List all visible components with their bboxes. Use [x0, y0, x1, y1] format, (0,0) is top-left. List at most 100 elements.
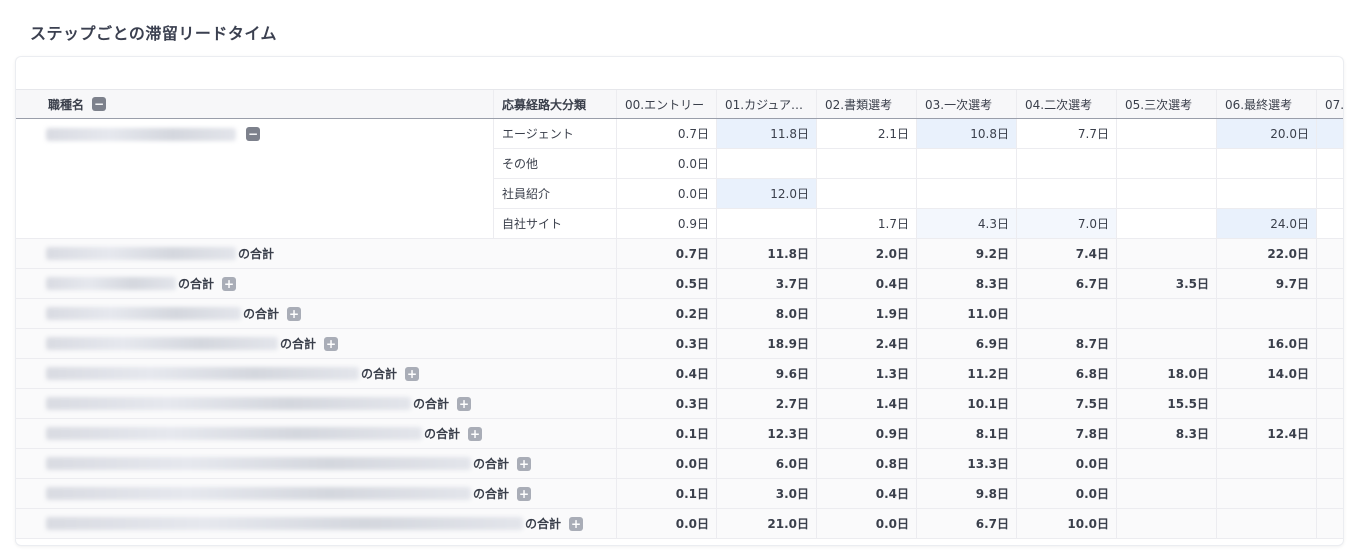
total-value-cell: [1316, 329, 1343, 358]
total-value-cell: 2.7日: [716, 389, 816, 418]
header-step-1[interactable]: 01.カジュア…: [716, 90, 816, 118]
expand-group-icon[interactable]: +: [222, 276, 237, 291]
total-value-cell: 6.7日: [916, 509, 1016, 538]
total-value-cell: [1316, 299, 1343, 328]
expand-group-icon[interactable]: +: [405, 366, 420, 381]
total-value-cell: [1216, 449, 1316, 478]
value-cell: 0.0日: [616, 149, 716, 178]
total-row: の合計 +0.3日 2.7日 1.4日 10.1日 7.5日 15.5日: [16, 389, 1343, 419]
total-value-cell: [1316, 449, 1343, 478]
value-cell: 11.8日: [716, 119, 816, 148]
total-suffix: の合計: [413, 397, 450, 411]
total-value-cell: 1.9日: [816, 299, 916, 328]
expand-group-icon[interactable]: +: [517, 486, 532, 501]
total-value-cell: [1116, 239, 1216, 268]
header-step-0[interactable]: 00.エントリー: [616, 90, 716, 118]
total-value-cell: 0.0日: [1016, 449, 1116, 478]
value-cell: [1316, 179, 1343, 208]
value-cell: [916, 149, 1016, 178]
expand-group-icon[interactable]: +: [324, 336, 339, 351]
total-value-cell: [1316, 239, 1343, 268]
value-cell: 4.3日: [916, 209, 1016, 238]
value-cell: 24.0日: [1216, 209, 1316, 238]
total-row: の合計 +0.1日 3.0日 0.4日 9.8日 0.0日: [16, 479, 1343, 509]
group-job-label: −: [46, 127, 260, 141]
value-cell: [1316, 119, 1343, 148]
total-label: の合計 +: [16, 269, 616, 298]
total-value-cell: 12.4日: [1216, 419, 1316, 448]
expand-group-icon[interactable]: +: [569, 516, 584, 531]
page-title: ステップごとの滞留リードタイム: [30, 24, 278, 43]
header-job-name: 職種名 −: [16, 90, 493, 118]
redacted-job-name: [46, 337, 278, 350]
value-cell: [816, 179, 916, 208]
total-value-cell: [1116, 329, 1216, 358]
collapse-all-icon[interactable]: −: [92, 97, 107, 111]
total-value-cell: 0.9日: [816, 419, 916, 448]
value-cell: [1116, 149, 1216, 178]
pivot-table-card: 職種名 − 応募経路大分類 00.エントリー 01.カジュア… 02.書類選考 03.一次選…: [15, 56, 1344, 546]
total-value-cell: 3.0日: [716, 479, 816, 508]
total-value-cell: 0.2日: [616, 299, 716, 328]
total-value-cell: 14.0日: [1216, 359, 1316, 388]
total-value-cell: [1316, 389, 1343, 418]
value-cell: 2.1日: [816, 119, 916, 148]
total-value-cell: 3.5日: [1116, 269, 1216, 298]
redacted-job-name: [46, 247, 236, 260]
total-value-cell: [1216, 509, 1316, 538]
value-cell: [1316, 209, 1343, 238]
total-value-cell: 0.0日: [616, 509, 716, 538]
header-step-6[interactable]: 06.最終選考: [1216, 90, 1316, 118]
total-row: の合計 +0.0日 6.0日 0.8日 13.3日 0.0日: [16, 449, 1343, 479]
total-value-cell: 9.2日: [916, 239, 1016, 268]
redacted-job-name: [46, 517, 523, 530]
collapse-group-icon[interactable]: −: [246, 127, 260, 141]
value-cell: [716, 149, 816, 178]
total-label: の合計 +: [16, 419, 616, 448]
group-job-cell: −: [16, 120, 493, 239]
expand-group-icon[interactable]: +: [457, 396, 472, 411]
total-value-cell: 0.4日: [816, 479, 916, 508]
route-cell: その他: [493, 149, 616, 178]
header-step-7[interactable]: 07.内: [1316, 90, 1343, 118]
header-step-5[interactable]: 05.三次選考: [1116, 90, 1216, 118]
total-value-cell: 8.3日: [1116, 419, 1216, 448]
value-cell: 7.0日: [1016, 209, 1116, 238]
value-cell: [1016, 149, 1116, 178]
total-value-cell: 18.9日: [716, 329, 816, 358]
header-step-2[interactable]: 02.書類選考: [816, 90, 916, 118]
total-value-cell: 11.2日: [916, 359, 1016, 388]
total-value-cell: [1316, 419, 1343, 448]
total-label: の合計 +: [16, 389, 616, 418]
total-label: の合計: [16, 239, 616, 268]
expand-group-icon[interactable]: +: [517, 456, 532, 471]
total-value-cell: [1316, 359, 1343, 388]
total-row: の合計 +0.1日 12.3日 0.9日 8.1日 7.8日 8.3日 12.4日: [16, 419, 1343, 449]
route-cell: 社員紹介: [493, 179, 616, 208]
total-value-cell: 0.0日: [1016, 479, 1116, 508]
redacted-job-name: [46, 487, 471, 500]
total-value-cell: 13.3日: [916, 449, 1016, 478]
total-value-cell: [1116, 509, 1216, 538]
redacted-job-name: [46, 397, 411, 410]
total-suffix: の合計: [361, 367, 398, 381]
total-label: の合計 +: [16, 359, 616, 388]
value-cell: 20.0日: [1216, 119, 1316, 148]
total-value-cell: [1216, 389, 1316, 418]
value-cell: 7.7日: [1016, 119, 1116, 148]
total-value-cell: 0.7日: [616, 239, 716, 268]
expand-group-icon[interactable]: +: [468, 426, 483, 441]
value-cell: [1116, 179, 1216, 208]
total-row: の合計 +0.0日 21.0日 0.0日 6.7日 10.0日: [16, 509, 1343, 539]
header-step-4[interactable]: 04.二次選考: [1016, 90, 1116, 118]
header-step-3[interactable]: 03.一次選考: [916, 90, 1016, 118]
expand-group-icon[interactable]: +: [287, 306, 302, 321]
total-value-cell: [1116, 479, 1216, 508]
total-value-cell: 12.3日: [716, 419, 816, 448]
redacted-job-name: [46, 307, 241, 320]
total-value-cell: 9.6日: [716, 359, 816, 388]
value-cell: [816, 149, 916, 178]
total-row: の合計 +0.2日 8.0日 1.9日 11.0日: [16, 299, 1343, 329]
total-label: の合計 +: [16, 449, 616, 478]
value-cell: 0.7日: [616, 119, 716, 148]
